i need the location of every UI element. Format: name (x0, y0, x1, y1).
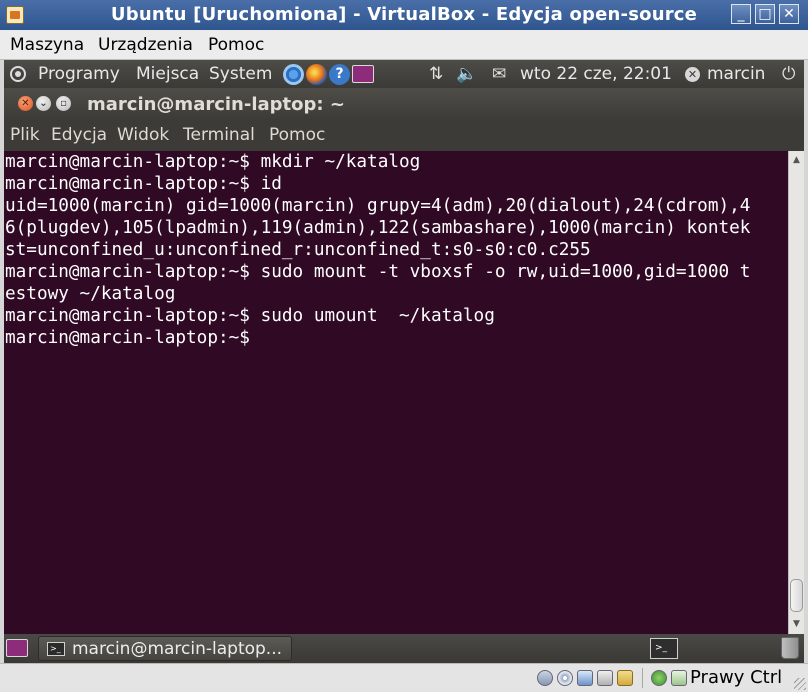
resize-grip-icon[interactable] (794, 678, 806, 690)
terminal-line: 6(plugdev),105(lpadmin),119(admin),122(s… (5, 218, 751, 238)
power-icon[interactable]: ⏻ (782, 64, 795, 84)
terminal-menubar: Plik Edycja Widok Terminal Pomoc (4, 120, 804, 151)
taskbar-terminal-button[interactable]: >_ marcin@marcin-laptop... (38, 636, 292, 661)
hard-disk-icon[interactable] (537, 670, 553, 686)
terminal-line: marcin@marcin-laptop:~$ sudo mount -t vb… (5, 262, 751, 282)
panel-menu-programy[interactable]: Programy (38, 64, 120, 84)
panel-menu-system[interactable]: System (209, 64, 272, 84)
terminal-line: marcin@marcin-laptop:~$ sudo umount ~/ka… (5, 306, 495, 326)
term-menu-edycja[interactable]: Edycja (51, 125, 107, 145)
volume-icon[interactable]: 🔈 (456, 64, 477, 84)
mouse-integration-icon[interactable] (671, 670, 687, 686)
term-menu-pomoc[interactable]: Pomoc (269, 125, 325, 145)
show-desktop-icon[interactable] (6, 639, 28, 657)
terminal-close-icon[interactable]: ✕ (18, 96, 33, 111)
vbox-menubar: Maszyna Urządzenia Pomoc (0, 30, 808, 60)
vbox-statusbar: Prawy Ctrl (0, 663, 808, 692)
hardware-virtualization-icon (651, 670, 667, 686)
ubuntu-logo-icon[interactable] (10, 66, 26, 82)
user-status-icon[interactable]: ✕ (685, 67, 700, 82)
workspace-switcher-icon[interactable]: >_ (650, 638, 678, 659)
terminal-minimize-icon[interactable]: ⌄ (36, 96, 51, 111)
term-menu-plik[interactable]: Plik (10, 125, 40, 145)
maximize-icon[interactable]: □ (755, 4, 775, 24)
menu-urzadzenia[interactable]: Urządzenia (98, 35, 193, 55)
usb-icon[interactable] (597, 670, 613, 686)
mail-icon[interactable]: ✉ (492, 64, 506, 84)
terminal-line: marcin@marcin-laptop:~$ mkdir ~/katalog (5, 152, 421, 172)
shared-folder-icon[interactable] (617, 670, 633, 686)
guest-display[interactable]: Programy Miejsca System ? ⇅ 🔈 ✉ wto 22 c… (4, 60, 804, 663)
terminal-prompt[interactable]: marcin@marcin-laptop:~$ (4, 327, 788, 349)
terminal-line: st=unconfined_u:unconfined_r:unconfined_… (5, 240, 591, 260)
terminal-output[interactable]: marcin@marcin-laptop:~$ mkdir ~/katalog … (4, 151, 788, 634)
terminal-titlebar[interactable]: ✕ ⌄ ▫ marcin@marcin-laptop: ~ (4, 88, 804, 120)
scroll-down-icon[interactable]: ▼ (789, 617, 804, 631)
terminal-line: uid=1000(marcin) gid=1000(marcin) grupy=… (5, 196, 751, 216)
term-menu-terminal[interactable]: Terminal (183, 125, 255, 145)
trash-icon[interactable] (781, 637, 799, 659)
menu-maszyna[interactable]: Maszyna (10, 35, 84, 55)
clock[interactable]: wto 22 cze, 22:01 (520, 64, 672, 84)
terminal-task-icon: >_ (47, 642, 65, 656)
user-name[interactable]: marcin (707, 64, 765, 84)
statusbar-divider (642, 668, 643, 688)
vbox-titlebar[interactable]: Ubuntu [Uruchomiona] - VirtualBox - Edyc… (0, 0, 808, 30)
firefox-icon[interactable] (306, 64, 327, 85)
menu-pomoc[interactable]: Pomoc (208, 35, 264, 55)
scroll-up-icon[interactable]: ▲ (789, 153, 804, 167)
vbox-window-title: Ubuntu [Uruchomiona] - VirtualBox - Edyc… (110, 4, 698, 25)
terminal-line: marcin@marcin-laptop:~$ id (5, 174, 282, 194)
network-adapter-icon[interactable] (577, 670, 593, 686)
terminal-maximize-icon[interactable]: ▫ (56, 96, 71, 111)
gnome-top-panel: Programy Miejsca System ? ⇅ 🔈 ✉ wto 22 c… (4, 60, 804, 88)
chromium-icon[interactable] (283, 64, 304, 85)
panel-menu-miejsca[interactable]: Miejsca (136, 64, 199, 84)
scroll-thumb[interactable] (790, 579, 803, 612)
network-arrows-icon[interactable]: ⇅ (429, 64, 443, 84)
cd-drive-icon[interactable] (557, 670, 573, 686)
terminal-title: marcin@marcin-laptop: ~ (87, 94, 345, 115)
close-icon[interactable]: ✕ (779, 4, 799, 24)
help-icon[interactable]: ? (329, 64, 350, 85)
term-menu-widok[interactable]: Widok (117, 125, 169, 145)
terminal-line: estowy ~/katalog (5, 284, 176, 304)
taskbar-label: marcin@marcin-laptop... (72, 639, 283, 659)
terminal-scrollbar[interactable]: ▲ ▼ (788, 151, 804, 634)
minimize-icon[interactable]: _ (731, 4, 751, 24)
terminal-icon[interactable] (352, 65, 374, 83)
host-key-label: Prawy Ctrl (690, 667, 783, 688)
gnome-bottom-panel: >_ marcin@marcin-laptop... >_ (4, 634, 804, 663)
